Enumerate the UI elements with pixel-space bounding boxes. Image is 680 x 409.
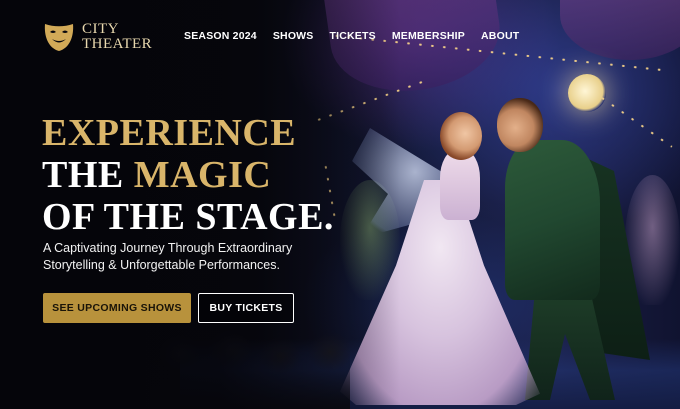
main-nav: SEASON 2024 SHOWS TICKETS MEMBERSHIP ABO… [184,30,535,42]
headline-the: THE [42,154,134,196]
brand-name: CITY THEATER [82,22,152,52]
nav-item-season-2024[interactable]: SEASON 2024 [184,30,257,42]
see-upcoming-shows-button[interactable]: SEE UPCOMING SHOWS [43,293,191,323]
buy-tickets-button[interactable]: BUY TICKETS [198,293,294,323]
hero-subtitle: A Captivating Journey Through Extraordin… [43,240,373,274]
fairy-lights [597,94,673,148]
stage-moon [568,74,606,112]
headline-magic: MAGIC [133,154,272,196]
nav-item-membership[interactable]: MEMBERSHIP [392,30,465,42]
prince-figure [505,140,600,300]
subtitle-line-2: Storytelling & Unforgettable Performance… [43,258,280,272]
site-logo[interactable]: CITY THEATER [42,20,152,54]
subtitle-line-1: A Captivating Journey Through Extraordin… [43,241,293,255]
princess-figure [440,150,480,220]
brand-line-1: CITY [82,21,119,37]
hero-headline: EXPERIENCE THE MAGIC OF THE STAGE. [42,112,334,238]
nav-item-shows[interactable]: SHOWS [273,30,314,42]
prince-head [497,98,543,152]
brand-line-2: THEATER [82,36,153,52]
headline-line-3: OF THE STAGE. [42,196,334,238]
nav-item-tickets[interactable]: TICKETS [330,30,376,42]
theater-mask-icon [44,24,74,51]
headline-line-2: THE MAGIC [42,154,334,196]
nav-item-about[interactable]: ABOUT [481,30,519,42]
headline-line-1: EXPERIENCE [42,112,297,154]
princess-head [440,112,482,160]
stage-curtain [560,0,680,60]
